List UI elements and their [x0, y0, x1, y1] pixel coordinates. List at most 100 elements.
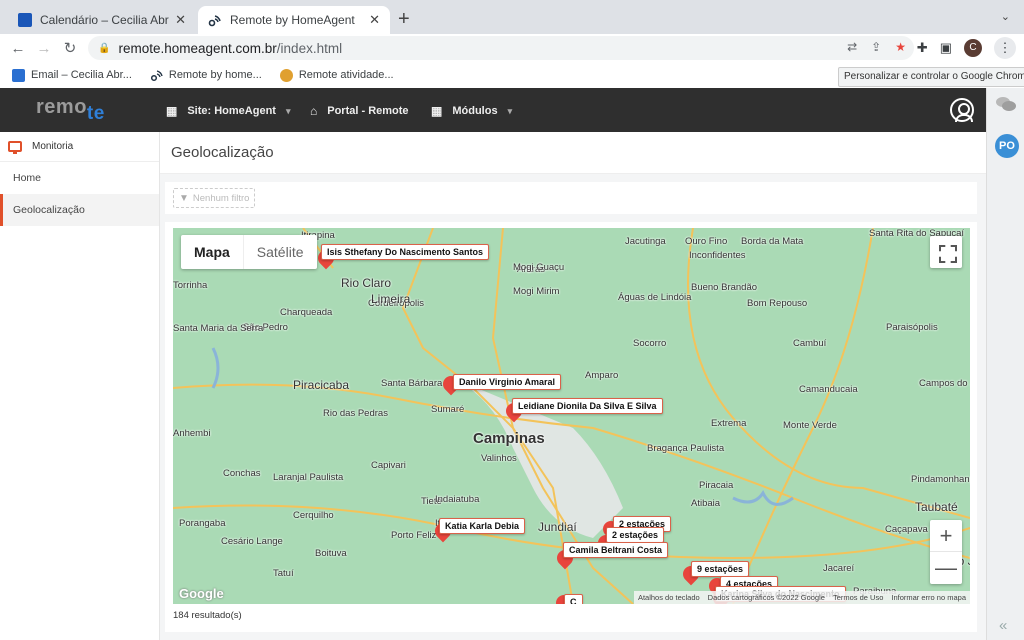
city-label: Atibaia: [691, 498, 721, 509]
city-label: Rio Claro: [341, 276, 392, 290]
city-label: Bueno Brandão: [691, 282, 758, 293]
google-logo: Google: [179, 586, 224, 601]
nav-label: Portal - Remote: [327, 105, 409, 117]
outlook-icon: [12, 68, 25, 82]
nav-site[interactable]: ▦ Site: HomeAgent ▾: [166, 104, 291, 118]
city-label: Jacutinga: [625, 236, 666, 247]
marker-label[interactable]: Camila Beltrani Costa: [563, 542, 669, 558]
city-label: Mogi Mirim: [513, 286, 560, 297]
browser-tab-bar: Calendário – Cecilia Abreu – Ou ✕ Remote…: [0, 0, 1024, 34]
extensions-puzzle-icon[interactable]: ✚: [917, 40, 928, 56]
remote-logo[interactable]: remote: [36, 96, 105, 124]
marker-label[interactable]: 2 estações: [606, 527, 665, 543]
grid-icon: ▦: [431, 104, 443, 118]
city-label: Jacareí: [823, 563, 855, 574]
marker-label[interactable]: Isis Sthefany Do Nascimento Santos: [321, 244, 490, 260]
lock-icon: 🔒: [98, 42, 111, 54]
filter-button[interactable]: ▼ Nenhum filtro: [173, 188, 256, 208]
collapse-icon[interactable]: «: [999, 617, 1007, 634]
bookmark-label: Email – Cecilia Abr...: [31, 69, 132, 81]
nav-modulos[interactable]: ▦ Módulos ▾: [431, 104, 512, 118]
remote-icon: [208, 13, 222, 27]
right-rail: PO «: [986, 88, 1024, 640]
nav-label: Módulos: [452, 105, 498, 117]
city-label: Socorro: [633, 338, 667, 349]
city-label: Rio das Pedras: [323, 408, 388, 419]
user-account-icon[interactable]: [950, 98, 974, 122]
profile-avatar[interactable]: C: [964, 39, 982, 57]
close-icon[interactable]: ✕: [175, 12, 186, 28]
forward-arrow-icon[interactable]: →: [31, 40, 57, 57]
address-bar[interactable]: 🔒 remote.homeagent.com.br/index.html ⇄ ⇪…: [88, 36, 914, 60]
city-label: Mogi Guaçu: [513, 262, 565, 273]
city-label: Capivari: [371, 460, 406, 471]
monitor-icon: [8, 141, 22, 154]
share-icon[interactable]: ⇪: [871, 40, 881, 54]
fullscreen-button[interactable]: [930, 236, 962, 268]
reload-icon[interactable]: ↻: [57, 39, 83, 57]
bookmark-remote[interactable]: Remote by home...: [150, 69, 262, 82]
bookmark-email[interactable]: Email – Cecilia Abr...: [12, 68, 132, 82]
city-label: Sumaré: [431, 404, 465, 415]
city-label: Porangaba: [179, 518, 226, 529]
sidebar-section-monitoria[interactable]: Monitoria: [0, 132, 159, 162]
bookmark-star-icon[interactable]: ★: [895, 40, 906, 54]
chat-icon[interactable]: [995, 96, 1017, 112]
sidebar-item-geolocalizacao[interactable]: Geolocalização: [0, 194, 159, 226]
nav-portal[interactable]: ⌂ Portal - Remote: [310, 104, 409, 118]
tab-calendar[interactable]: Calendário – Cecilia Abreu – Ou ✕: [8, 6, 196, 34]
city-label: Monte Verde: [783, 420, 837, 431]
city-label: Pindamonhangaba: [911, 474, 970, 485]
city-label: Camanducaia: [799, 384, 858, 395]
report-error-link[interactable]: Informar erro no mapa: [891, 593, 966, 602]
side-panel-icon[interactable]: ▣: [940, 40, 952, 56]
map[interactable]: Itirapina Rio Claro Araras Torrinha Charquea…: [173, 228, 970, 604]
remote-icon: [150, 69, 163, 82]
nav-label: Site: HomeAgent: [187, 105, 276, 117]
zoom-in-button[interactable]: +: [930, 520, 962, 552]
sidebar: Monitoria Home Geolocalização: [0, 132, 160, 640]
marker-label[interactable]: Danilo Virginio Amaral: [453, 374, 562, 390]
city-label: Campinas: [473, 430, 545, 447]
url-path: /index.html: [276, 40, 343, 56]
marker-label[interactable]: Katia Karla Debia: [439, 518, 526, 534]
filter-bar: ▼ Nenhum filtro: [165, 182, 977, 214]
tab-remote[interactable]: Remote by HomeAgent ✕: [198, 6, 390, 34]
map-data-text: Dados cartográficos ©2022 Google: [707, 593, 825, 602]
home-icon: ⌂: [310, 104, 318, 118]
city-label: Laranjal Paulista: [273, 472, 344, 483]
zoom-out-button[interactable]: —: [930, 552, 962, 584]
sidebar-item-home[interactable]: Home: [0, 162, 159, 194]
translate-icon[interactable]: ⇄: [847, 40, 857, 54]
new-tab-button[interactable]: +: [398, 8, 410, 31]
chrome-menu-icon[interactable]: ⋮: [994, 37, 1016, 59]
bookmark-atividade[interactable]: Remote atividade...: [279, 68, 394, 82]
city-label: Conchas: [223, 468, 261, 479]
map-panel: Itirapina Rio Claro Araras Torrinha Charquea…: [165, 222, 977, 632]
page-title: Geolocalização: [160, 132, 986, 174]
city-label: Jundiaí: [538, 520, 577, 534]
city-label: Cesário Lange: [221, 536, 283, 547]
bookmark-label: Remote atividade...: [298, 69, 394, 81]
city-label: Águas de Lindóia: [618, 292, 692, 303]
tab-label: Calendário – Cecilia Abreu – Ou: [40, 13, 169, 27]
map-type-control: Mapa Satélite: [181, 235, 317, 269]
close-icon[interactable]: ✕: [369, 12, 380, 28]
marker-label[interactable]: Leidiane Dionila Da Silva E Silva: [512, 398, 663, 414]
city-label: Indaiatuba: [435, 494, 480, 505]
tab-search-chevron-icon[interactable]: ⌄: [1001, 10, 1010, 23]
logo-text: remo: [36, 96, 87, 118]
marker-label[interactable]: 9 estações: [691, 561, 750, 577]
map-type-map-button[interactable]: Mapa: [181, 235, 243, 269]
user-badge[interactable]: PO: [995, 134, 1019, 158]
city-label: Piracaia: [699, 480, 734, 491]
marker-label[interactable]: C: [564, 594, 583, 604]
map-type-satellite-button[interactable]: Satélite: [242, 235, 317, 269]
medal-icon: [279, 68, 293, 82]
logo-accent: te: [86, 103, 105, 124]
city-label: Borda da Mata: [741, 236, 804, 247]
keyboard-shortcuts-link[interactable]: Atalhos do teclado: [638, 593, 700, 602]
back-arrow-icon[interactable]: ←: [5, 40, 31, 57]
terms-link[interactable]: Termos de Uso: [833, 593, 883, 602]
building-icon: ▦: [166, 104, 178, 118]
